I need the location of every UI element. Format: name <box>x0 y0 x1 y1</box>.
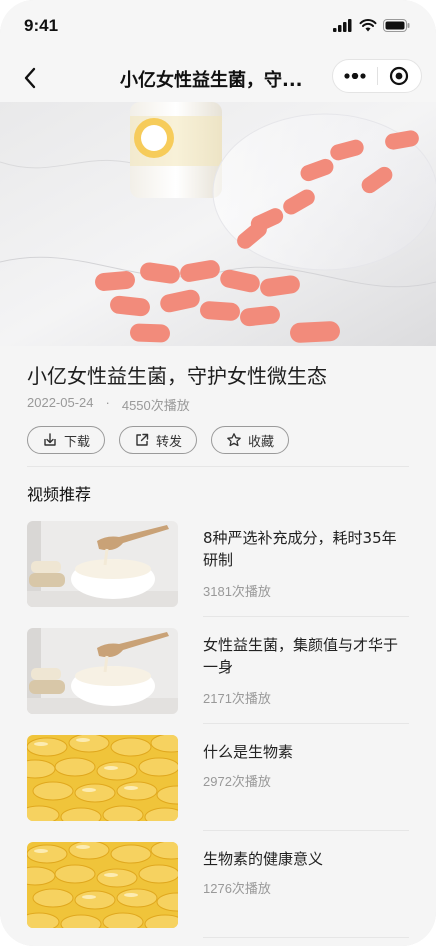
video-cover-image <box>0 102 436 346</box>
battery-icon <box>383 19 410 32</box>
list-item[interactable]: 生物素的健康意义 1276次播放 <box>27 842 409 928</box>
item-play-count: 2171次播放 <box>203 691 271 706</box>
star-icon <box>227 433 241 447</box>
item-play-count: 1276次播放 <box>203 881 271 896</box>
item-play-count: 3181次播放 <box>203 584 271 599</box>
video-meta: 2022-05-24 · 4550次播放 <box>27 395 190 414</box>
download-label: 下载 <box>64 434 91 450</box>
action-bar: 下载 转发 收藏 <box>27 426 290 454</box>
video-detail: 小亿女性益生菌，守护女性微生态 2022-05-24 · 4550次播放 下载 … <box>0 346 436 946</box>
list-item[interactable]: 什么是生物素 2972次播放 <box>27 735 409 821</box>
item-title: 女性益生菌，集颜值与才华于一身 <box>203 636 399 676</box>
signal-icon <box>333 19 352 32</box>
thumbnail-milk <box>27 628 178 714</box>
favorite-label: 收藏 <box>248 434 275 450</box>
download-icon <box>44 433 56 446</box>
item-title: 8种严选补充成分，耗时35年研制 <box>203 529 397 569</box>
meta-separator: · <box>105 395 110 410</box>
video-player[interactable] <box>0 102 436 346</box>
item-play-count: 2972次播放 <box>203 774 271 789</box>
close-miniapp-button[interactable] <box>378 60 422 92</box>
item-title: 生物素的健康意义 <box>203 850 324 868</box>
status-time: 9:41 <box>24 16 59 35</box>
wifi-icon <box>359 19 377 32</box>
chevron-left-icon <box>24 67 36 89</box>
more-button[interactable] <box>333 60 377 92</box>
item-title: 什么是生物素 <box>203 743 294 761</box>
thumbnail-milk <box>27 521 178 607</box>
download-button[interactable]: 下载 <box>27 426 106 454</box>
thumbnail-capsules <box>27 735 178 821</box>
video-title: 小亿女性益生菌，守护女性微生态 <box>27 364 327 388</box>
nav-bar: 小亿女性益生菌，守... <box>0 54 436 102</box>
play-count: 4550次播放 <box>121 398 190 413</box>
item-divider <box>203 830 409 831</box>
favorite-button[interactable]: 收藏 <box>211 426 290 454</box>
list-item[interactable]: 女性益生菌，集颜值与才华于一身 2171次播放 <box>27 628 409 714</box>
item-divider <box>203 616 409 617</box>
thumbnail-capsules <box>27 842 178 928</box>
list-item[interactable]: 8种严选补充成分，耗时35年研制 3181次播放 <box>27 521 409 607</box>
share-button[interactable]: 转发 <box>119 426 198 454</box>
status-icons <box>333 19 410 32</box>
back-button[interactable] <box>14 62 46 94</box>
status-bar: 9:41 <box>0 0 436 54</box>
recommend-heading: 视频推荐 <box>27 485 92 504</box>
page-title: 小亿女性益生菌，守... <box>120 70 303 91</box>
share-icon <box>136 433 149 446</box>
more-dots-icon <box>344 73 366 79</box>
target-icon <box>390 66 409 86</box>
publish-date: 2022-05-24 <box>27 395 94 410</box>
item-divider <box>203 937 409 938</box>
section-divider <box>27 466 409 467</box>
capsule-menu <box>332 59 422 93</box>
share-label: 转发 <box>156 434 183 450</box>
phone-frame: 9:41 小亿女性益生菌，守... 小亿女性益生菌，守护女性微生态 2022-0… <box>0 0 436 946</box>
item-divider <box>203 723 409 724</box>
